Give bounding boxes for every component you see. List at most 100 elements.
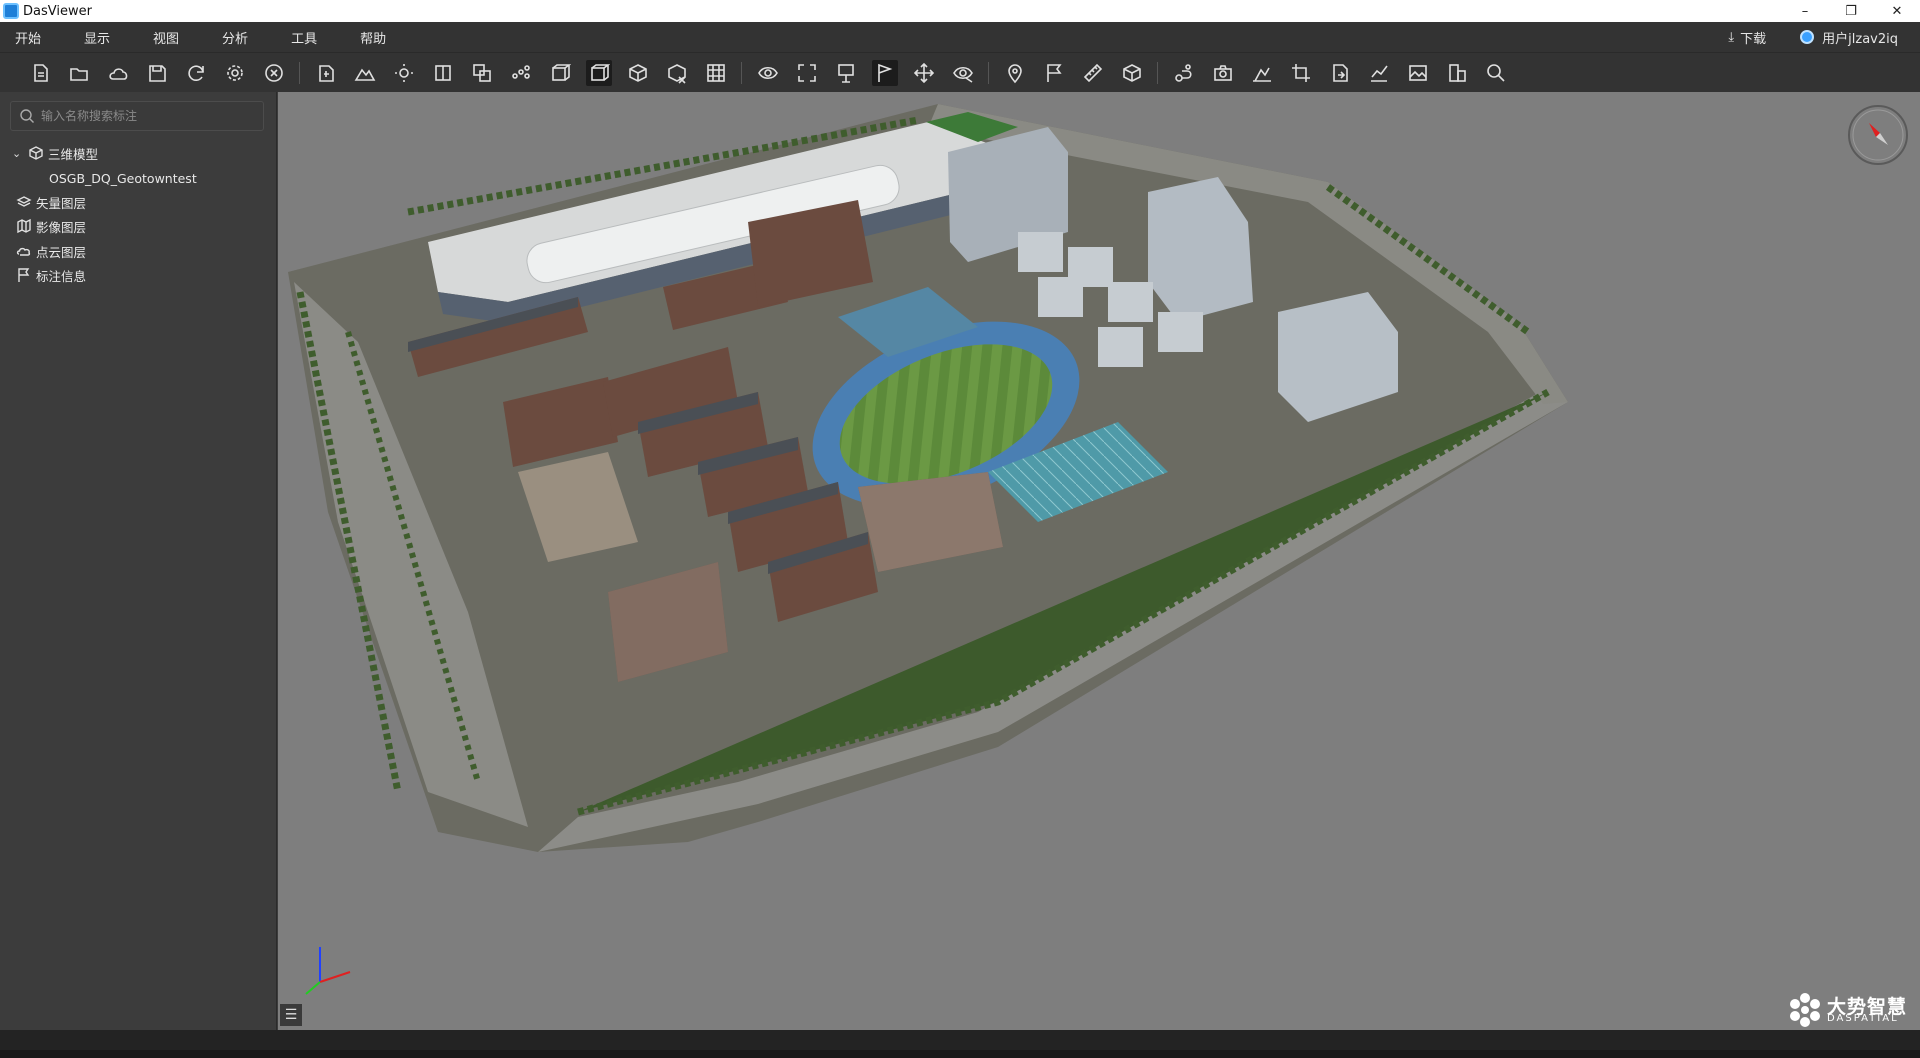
texture-box-button[interactable] [625, 60, 651, 86]
save-button[interactable] [144, 60, 170, 86]
chevron-down-icon[interactable]: ⌄ [12, 147, 28, 160]
close-circle-button[interactable] [261, 60, 287, 86]
refresh-button[interactable] [183, 60, 209, 86]
minimize-button[interactable]: – [1782, 0, 1828, 22]
list-icon: ☰ [284, 1007, 298, 1023]
menu-view[interactable]: 视图 [138, 28, 193, 47]
point-cloud-layer-icon [16, 243, 32, 259]
list-toggle-button[interactable]: ☰ [280, 1004, 302, 1026]
visibility-button[interactable] [950, 60, 976, 86]
cloud-button[interactable] [105, 60, 131, 86]
search-input[interactable] [41, 109, 241, 123]
settings-icon [227, 64, 243, 81]
compass-icon[interactable] [1846, 103, 1910, 167]
tree-label: OSGB_DQ_Geotowntest [49, 170, 197, 186]
download-label: 下载 [1740, 31, 1767, 47]
3d-viewport[interactable]: ☰ 大势智慧 DASPATIAL [278, 92, 1920, 1030]
flag-pin-button[interactable] [872, 59, 898, 86]
search-button[interactable] [1483, 60, 1509, 86]
solid-box-button[interactable] [586, 59, 612, 86]
volume-icon [1123, 63, 1141, 82]
map-layer-icon [16, 218, 32, 234]
settings-button[interactable] [222, 60, 248, 86]
fullscreen-button[interactable] [794, 60, 820, 86]
tree-item-point-cloud-layer[interactable]: 点云图层 [16, 239, 86, 263]
terrain-button[interactable] [352, 60, 378, 86]
xyz-axes-icon [305, 947, 351, 995]
move-button[interactable] [911, 60, 937, 86]
toolbar-separator [988, 61, 989, 84]
point-cloud-icon [512, 64, 530, 79]
location-pin-icon [1008, 63, 1022, 83]
flatten-button[interactable] [833, 60, 859, 86]
open-folder-button[interactable] [66, 60, 92, 86]
close-button[interactable]: ✕ [1874, 0, 1920, 22]
profile-button[interactable] [1249, 60, 1275, 86]
grid-icon [707, 63, 725, 82]
tree-label: 矢量图层 [36, 195, 87, 211]
tree-item-3d-model[interactable]: ⌄ 三维模型 [0, 141, 98, 165]
tree-item-vector-layer[interactable]: 矢量图层 [16, 190, 86, 214]
split-view-button[interactable] [430, 60, 456, 86]
flag-icon [1047, 63, 1062, 82]
camera-icon [1214, 64, 1232, 81]
daspatial-logo: 大势智慧 DASPATIAL [1785, 988, 1920, 1030]
vector-layer-icon [16, 194, 32, 210]
profile-icon [1253, 67, 1271, 82]
new-file-button[interactable] [27, 60, 53, 86]
grid-button[interactable] [703, 60, 729, 86]
route-button[interactable] [1171, 60, 1197, 86]
clip-box-icon [668, 63, 686, 84]
menu-start[interactable]: 开始 [0, 28, 55, 47]
tree-label: 三维模型 [48, 146, 99, 162]
save-icon [149, 64, 166, 82]
image-button[interactable] [1405, 60, 1431, 86]
building-button[interactable] [1444, 60, 1470, 86]
cloud-icon [109, 67, 128, 80]
download-button[interactable]: ⤓ 下载 [1728, 28, 1766, 47]
camera-button[interactable] [1210, 60, 1236, 86]
tree-label: 标注信息 [36, 268, 87, 284]
toolbar [0, 52, 1920, 92]
point-cloud-button[interactable] [508, 60, 534, 86]
flatten-icon [838, 63, 854, 83]
volume-button[interactable] [1119, 60, 1145, 86]
chart-button[interactable] [1366, 60, 1392, 86]
import-model-button[interactable] [313, 60, 339, 86]
menu-help[interactable]: 帮助 [345, 28, 400, 47]
light-button[interactable] [391, 60, 417, 86]
flag-pin-icon [878, 63, 893, 82]
search-icon [1487, 63, 1505, 82]
tree-item-osgb-model[interactable]: OSGB_DQ_Geotowntest [49, 166, 197, 190]
search-box[interactable] [10, 101, 264, 131]
eye-rotate-button[interactable] [755, 60, 781, 86]
building-icon [1449, 63, 1466, 82]
menu-display[interactable]: 显示 [69, 28, 124, 47]
menu-analysis[interactable]: 分析 [207, 28, 262, 47]
clip-box-button[interactable] [664, 60, 690, 86]
annotation-flag-icon [16, 267, 32, 283]
tree-item-image-layer[interactable]: 影像图层 [16, 214, 86, 238]
layer-stack-button[interactable] [469, 60, 495, 86]
export-button[interactable] [1327, 60, 1353, 86]
window-title: DasViewer [23, 3, 92, 19]
user-account-button[interactable]: 用户jlzav2iq [1800, 28, 1898, 47]
solid-box-icon [591, 63, 610, 81]
campus-3d-model[interactable] [278, 92, 1920, 1030]
close-circle-icon [265, 63, 283, 82]
tree-label: 影像图层 [36, 219, 87, 235]
move-icon [913, 62, 935, 83]
layer-stack-icon [473, 63, 491, 82]
flag-button[interactable] [1041, 60, 1067, 86]
maximize-button[interactable]: ❐ [1828, 0, 1874, 22]
logo-subtext: DASPATIAL [1827, 1013, 1899, 1024]
wireframe-box-button[interactable] [547, 60, 573, 86]
export-icon [1333, 63, 1348, 82]
location-pin-button[interactable] [1002, 60, 1028, 86]
user-label: 用户jlzav2iq [1822, 31, 1898, 47]
menu-tools[interactable]: 工具 [276, 28, 331, 47]
tree-item-annotation[interactable]: 标注信息 [16, 263, 86, 287]
window-controls: – ❐ ✕ [1782, 0, 1920, 22]
crop-button[interactable] [1288, 60, 1314, 86]
ruler-button[interactable] [1080, 60, 1106, 86]
